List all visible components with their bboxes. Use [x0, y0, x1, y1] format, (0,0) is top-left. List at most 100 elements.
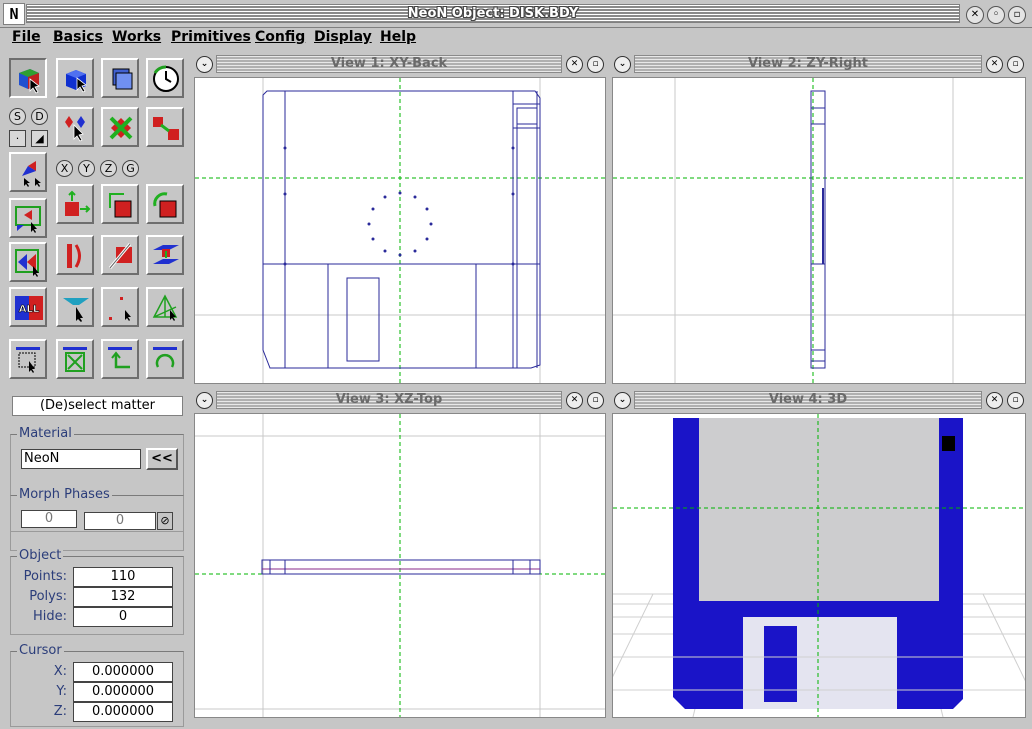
- view3-title[interactable]: View 3: XZ-Top: [216, 391, 562, 409]
- title-strip[interactable]: NeoN Object: DISK.BDY: [26, 4, 960, 23]
- cursor-y-field[interactable]: 0.000000: [73, 682, 173, 702]
- menu-config[interactable]: Config: [255, 29, 305, 45]
- toggle-s-button[interactable]: S: [9, 108, 26, 125]
- knife-cut-icon: [108, 243, 132, 269]
- move-button[interactable]: [56, 184, 94, 224]
- menu-file[interactable]: File: [12, 29, 41, 45]
- material-input[interactable]: NeoN: [21, 449, 141, 469]
- extrude-button[interactable]: [146, 235, 184, 275]
- view3-menu-icon[interactable]: ⌄: [196, 392, 213, 409]
- extrude-planes-icon: [153, 245, 179, 264]
- svg-text:ALL: ALL: [19, 304, 40, 315]
- shutter-window: [764, 626, 797, 702]
- view2-titlebar: ⌄ View 2: ZY-Right ✕ ▫: [610, 53, 1028, 75]
- view1-close-icon[interactable]: ✕: [566, 56, 583, 73]
- write-protect-notch: [942, 436, 955, 451]
- select-faces-button[interactable]: [9, 152, 47, 192]
- triangle-wire-icon: [152, 294, 178, 321]
- cursor-z-field[interactable]: 0.000000: [73, 702, 173, 722]
- view4-menu-icon[interactable]: ⌄: [614, 392, 631, 409]
- triangle-build-button[interactable]: [146, 287, 184, 327]
- material-label: Material: [17, 426, 74, 441]
- menu-display[interactable]: Display: [314, 29, 372, 45]
- app-logo-icon[interactable]: N: [3, 3, 25, 25]
- scale-button[interactable]: [101, 184, 139, 224]
- morph-group: Morph Phases 0 0 ⊘: [10, 487, 184, 551]
- material-pick-button[interactable]: <<: [146, 448, 178, 470]
- toggle-d-button[interactable]: D: [31, 108, 48, 125]
- view2-title[interactable]: View 2: ZY-Right: [634, 55, 982, 73]
- cube-select-icon: [19, 69, 40, 94]
- cursor-x-label: X:: [53, 664, 67, 679]
- view2-maximize-icon[interactable]: ▫: [1007, 56, 1024, 73]
- view4-canvas[interactable]: [612, 413, 1026, 718]
- copy-object-button[interactable]: [101, 58, 139, 98]
- blue-cube-icon: [66, 70, 87, 93]
- rotate-view-button[interactable]: [146, 339, 184, 379]
- axis-y-button[interactable]: Y: [78, 160, 95, 177]
- menu-help[interactable]: Help: [380, 29, 416, 45]
- axis-x-button[interactable]: X: [56, 160, 73, 177]
- select-dots-button[interactable]: [101, 287, 139, 327]
- view1-canvas[interactable]: [194, 77, 606, 384]
- pan-arrow-icon: [108, 347, 132, 369]
- cut-button[interactable]: [101, 235, 139, 275]
- select-all-button[interactable]: ALL: [9, 287, 47, 327]
- morph-reset-icon[interactable]: ⊘: [157, 512, 173, 530]
- view4-close-icon[interactable]: ✕: [986, 392, 1003, 409]
- cursor-x-field[interactable]: 0.000000: [73, 662, 173, 682]
- zoom-fit-button[interactable]: [56, 339, 94, 379]
- view2-canvas[interactable]: [612, 77, 1026, 384]
- polys-field: 132: [73, 587, 173, 607]
- pan-view-button[interactable]: [101, 339, 139, 379]
- morph-total-input[interactable]: 0: [84, 512, 156, 530]
- funnel-select-button[interactable]: [56, 287, 94, 327]
- rotate-button[interactable]: [146, 184, 184, 224]
- axis-z-button[interactable]: Z: [100, 160, 117, 177]
- view2-menu-icon[interactable]: ⌄: [614, 56, 631, 73]
- menu-basics[interactable]: Basics: [53, 29, 103, 45]
- minimize-window-icon[interactable]: ◦: [987, 6, 1005, 24]
- axis-g-button[interactable]: G: [122, 160, 139, 177]
- menu-primitives[interactable]: Primitives: [171, 29, 251, 45]
- view1-titlebar: ⌄ View 1: XY-Back ✕ ▫: [192, 53, 608, 75]
- cubes-arrow-icon: [153, 117, 179, 140]
- cursor-label: Cursor: [17, 643, 64, 658]
- view2-close-icon[interactable]: ✕: [986, 56, 1003, 73]
- merge-button[interactable]: [9, 242, 47, 282]
- maximize-window-icon[interactable]: ▫: [1008, 6, 1026, 24]
- select-points-button[interactable]: [56, 107, 94, 147]
- select-region-button[interactable]: [9, 198, 47, 238]
- region-select-icon: [15, 206, 41, 233]
- menu-bar: File Basics Works Primitives Config Disp…: [0, 28, 1032, 48]
- view3-wireframe: [195, 414, 605, 717]
- tool-panel: S D · ◢ X Y Z G ALL (De)select matter Ma…: [0, 50, 190, 729]
- menu-works[interactable]: Works: [112, 29, 161, 45]
- undo-history-button[interactable]: [146, 58, 184, 98]
- arrow-mode-button[interactable]: ◢: [31, 130, 48, 147]
- object-label: Object: [17, 548, 64, 563]
- move-points-button[interactable]: [146, 107, 184, 147]
- select-object-button[interactable]: [9, 58, 47, 98]
- view4-maximize-icon[interactable]: ▫: [1007, 392, 1024, 409]
- morph-label: Morph Phases: [17, 487, 112, 502]
- view2-wireframe: [613, 78, 1025, 383]
- view1-maximize-icon[interactable]: ▫: [587, 56, 604, 73]
- mirror-button[interactable]: [56, 235, 94, 275]
- view4-render: [613, 414, 1025, 717]
- view3-close-icon[interactable]: ✕: [566, 392, 583, 409]
- zoom-region-button[interactable]: [9, 339, 47, 379]
- view1-menu-icon[interactable]: ⌄: [196, 56, 213, 73]
- select-box-button[interactable]: [56, 58, 94, 98]
- point-mode-button[interactable]: ·: [9, 130, 26, 147]
- view4-title[interactable]: View 4: 3D: [634, 391, 982, 409]
- morph-phase-input[interactable]: 0: [21, 510, 77, 528]
- view3-maximize-icon[interactable]: ▫: [587, 392, 604, 409]
- delete-points-button[interactable]: [101, 107, 139, 147]
- view3-titlebar: ⌄ View 3: XZ-Top ✕ ▫: [192, 389, 608, 411]
- view1-title[interactable]: View 1: XY-Back: [216, 55, 562, 73]
- view3-canvas[interactable]: [194, 413, 606, 718]
- object-group: Object Points: 110 Polys: 132 Hide: 0: [10, 548, 184, 635]
- close-window-icon[interactable]: ✕: [966, 6, 984, 24]
- diamonds-icon: [65, 116, 85, 142]
